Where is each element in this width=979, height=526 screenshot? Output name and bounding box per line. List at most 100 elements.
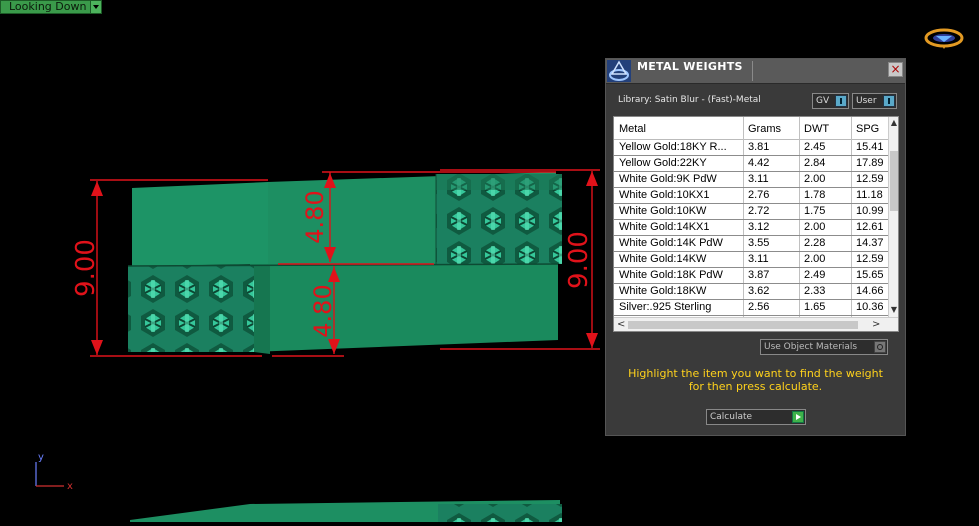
table-row[interactable]: Silver:.925 Sterling 2.56 1.65 10.36 xyxy=(614,300,888,316)
user-toggle[interactable]: User xyxy=(852,93,897,109)
grams-cell: 3.11 xyxy=(748,253,769,265)
scroll-down-icon[interactable]: ▼ xyxy=(890,305,898,315)
instruction-text: Highlight the item you want to find the … xyxy=(606,367,905,393)
panel-title: METAL WEIGHTS xyxy=(637,60,743,73)
dwt-cell: 2.45 xyxy=(804,141,826,153)
axis-y-label: y xyxy=(38,452,44,463)
dwt-cell: 2.28 xyxy=(804,237,826,249)
spg-cell: 14.66 xyxy=(856,285,884,297)
metal-cell: White Gold:10KX1 xyxy=(619,189,710,201)
use-object-materials-toggle[interactable]: Use Object Materials xyxy=(760,339,888,355)
grams-cell: 3.12 xyxy=(748,221,770,233)
dwt-cell: 2.33 xyxy=(804,285,826,297)
right-height-label: 9.00 xyxy=(564,231,594,289)
close-icon[interactable]: × xyxy=(888,62,903,77)
col-grams[interactable]: Grams xyxy=(748,123,781,135)
table-row[interactable]: Yellow Gold:18KY R... 3.81 2.45 15.41 xyxy=(614,140,888,156)
spg-cell: 11.18 xyxy=(856,189,883,201)
instruction-line-2: for then press calculate. xyxy=(688,380,823,393)
grams-cell: 2.56 xyxy=(748,301,770,313)
use-object-materials-label: Use Object Materials xyxy=(764,342,858,352)
dwt-cell: 1.78 xyxy=(804,189,826,201)
table-row[interactable]: Yellow Gold:22KY 4.42 2.84 17.89 xyxy=(614,156,888,172)
grams-cell: 3.87 xyxy=(748,269,770,281)
right-box xyxy=(132,172,562,266)
col-spg[interactable]: SPG xyxy=(856,123,879,135)
metal-table[interactable]: Metal Grams DWT SPG Yellow Gold:18KY R..… xyxy=(613,116,899,332)
metal-cell: White Gold:10KW xyxy=(619,205,707,217)
gv-toggle-label: GV xyxy=(816,96,830,106)
dwt-cell: 1.75 xyxy=(804,205,826,217)
metal-cell: White Gold:18K PdW xyxy=(619,269,723,281)
dwt-cell: 1.65 xyxy=(804,301,826,313)
spg-cell: 10.99 xyxy=(856,205,884,217)
table-header: Metal Grams DWT SPG xyxy=(614,117,888,140)
dwt-cell: 2.00 xyxy=(804,253,826,265)
axis-x-label: x xyxy=(67,481,73,492)
metal-cell: White Gold:18KW xyxy=(619,285,707,297)
left-height-label: 9.00 xyxy=(71,239,101,297)
grams-cell: 3.62 xyxy=(748,285,770,297)
instruction-line-1: Highlight the item you want to find the … xyxy=(628,367,883,380)
table-row[interactable]: White Gold:18K PdW 3.87 2.49 15.65 xyxy=(614,268,888,284)
spg-cell: 17.89 xyxy=(856,157,884,169)
table-row[interactable]: White Gold:18KW 3.62 2.33 14.66 xyxy=(614,284,888,300)
dwt-cell: 2.00 xyxy=(804,173,826,185)
dwt-cell: 2.49 xyxy=(804,269,826,281)
spg-cell: 15.65 xyxy=(856,269,884,281)
spg-cell: 14.37 xyxy=(856,237,884,249)
lower-section-label: 4.80 xyxy=(309,284,337,337)
table-row[interactable]: White Gold:10KW 2.72 1.75 10.99 xyxy=(614,204,888,220)
toggle-icon xyxy=(835,95,847,107)
grams-cell: 3.55 xyxy=(748,237,770,249)
col-dwt[interactable]: DWT xyxy=(804,123,829,135)
scroll-right-icon[interactable]: > xyxy=(872,319,880,330)
ring-tool-icon xyxy=(607,60,631,82)
col-metal[interactable]: Metal xyxy=(619,123,646,135)
bottom-box xyxy=(130,500,562,522)
metal-cell: White Gold:14KW xyxy=(619,253,707,265)
calculate-button[interactable]: Calculate xyxy=(706,409,806,425)
spg-cell: 12.59 xyxy=(856,173,884,185)
scroll-thumb[interactable] xyxy=(628,321,858,329)
scroll-up-icon[interactable]: ▲ xyxy=(890,118,898,128)
gv-toggle[interactable]: GV xyxy=(812,93,849,109)
upper-section-label: 4.80 xyxy=(301,190,329,243)
grams-cell: 3.11 xyxy=(748,173,769,185)
vertical-scrollbar[interactable]: ▲ ▼ xyxy=(888,117,898,317)
grams-cell: 2.72 xyxy=(748,205,770,217)
scroll-left-icon[interactable]: < xyxy=(617,319,625,330)
spg-cell: 12.61 xyxy=(856,221,884,233)
spg-cell: 15.41 xyxy=(856,141,884,153)
metal-cell: Silver:.925 Sterling xyxy=(619,301,712,313)
user-toggle-label: User xyxy=(856,96,877,106)
table-row[interactable]: White Gold:14K PdW 3.55 2.28 14.37 xyxy=(614,236,888,252)
table-row[interactable]: White Gold:9K PdW 3.11 2.00 12.59 xyxy=(614,172,888,188)
grams-cell: 2.76 xyxy=(748,189,770,201)
metal-cell: White Gold:9K PdW xyxy=(619,173,717,185)
chevron-down-icon[interactable] xyxy=(90,1,101,13)
grams-cell: 3.81 xyxy=(748,141,770,153)
table-body: Yellow Gold:18KY R... 3.81 2.45 15.41 Yellow… xyxy=(614,140,888,316)
metal-cell: Yellow Gold:18KY R... xyxy=(619,141,727,153)
dwt-cell: 2.00 xyxy=(804,221,826,233)
scroll-thumb[interactable] xyxy=(890,151,898,211)
table-row[interactable]: White Gold:10KX1 2.76 1.78 11.18 xyxy=(614,188,888,204)
library-label: Library: Satin Blur - (Fast)-Metal xyxy=(618,95,761,105)
horizontal-scrollbar[interactable]: < > xyxy=(614,317,898,331)
metal-cell: Yellow Gold:22KY xyxy=(619,157,707,169)
view-mode-label: Looking Down xyxy=(9,0,87,13)
dwt-cell: 2.84 xyxy=(804,157,826,169)
view-mode-dropdown[interactable]: Looking Down xyxy=(0,0,102,14)
app-logo-icon[interactable] xyxy=(924,27,964,49)
spg-cell: 10.36 xyxy=(856,301,884,313)
play-icon xyxy=(792,411,804,423)
table-row[interactable]: White Gold:14KX1 3.12 2.00 12.61 xyxy=(614,220,888,236)
spg-cell: 12.59 xyxy=(856,253,884,265)
metal-weights-panel[interactable]: METAL WEIGHTS × Library: Satin Blur - (F… xyxy=(605,58,906,436)
axis-gizmo-icon: y x xyxy=(35,452,73,492)
grams-cell: 4.42 xyxy=(748,157,770,169)
toggle-icon xyxy=(883,95,895,107)
table-row[interactable]: White Gold:14KW 3.11 2.00 12.59 xyxy=(614,252,888,268)
panel-titlebar[interactable]: METAL WEIGHTS × xyxy=(606,59,905,84)
